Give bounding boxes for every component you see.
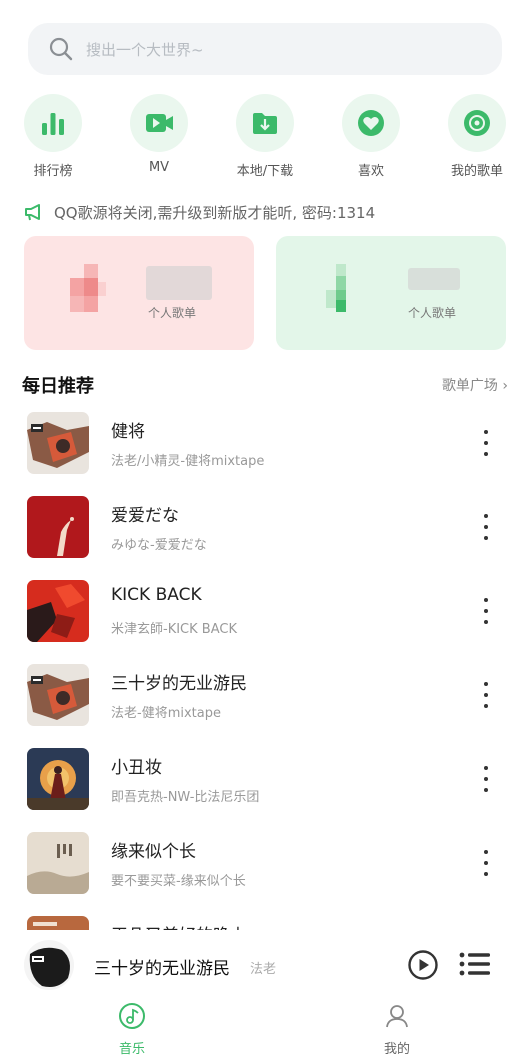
search-icon (49, 37, 73, 61)
video-icon (146, 114, 173, 132)
song-title: KICK BACK (111, 585, 202, 605)
card-title-blurred (146, 266, 212, 300)
quick-action-label: MV (148, 160, 170, 175)
song-artist-album: 要不要买菜-缘来似个长 (111, 874, 246, 889)
disc-icon (464, 110, 490, 136)
song-list: 健将 法老/小精灵-健将mixtape 爱爱だな みゆな-爱爱だな KICK B… (0, 408, 530, 930)
song-row[interactable]: 缘来似个长 要不要买菜-缘来似个长 (0, 828, 530, 912)
song-row[interactable]: 健将 法老/小精灵-健将mixtape (0, 408, 530, 492)
song-row[interactable]: 三十岁的无业游民 法老-健将mixtape (0, 660, 530, 744)
search-placeholder: 搜出一个大世界~ (86, 40, 204, 59)
play-icon[interactable] (408, 950, 438, 980)
section-title: 每日推荐 (22, 376, 94, 397)
quick-actions: 排行榜 MV 本地/下载 喜欢 我的歌单 (0, 94, 530, 186)
now-playing-title: 三十岁的无业游民 (94, 959, 230, 979)
mini-player[interactable]: 三十岁的无业游民 法老 (0, 932, 530, 998)
now-playing-artist: 法老 (250, 962, 277, 977)
song-cover (27, 580, 89, 642)
quick-action-my-playlists[interactable]: 我的歌单 (437, 94, 517, 179)
song-title: 三十岁的无业游民 (111, 674, 247, 694)
song-cover (27, 664, 89, 726)
playlist-queue-icon[interactable] (459, 951, 491, 977)
quick-action-label: 排行榜 (33, 164, 73, 179)
playlist-card-personal-2[interactable]: 个人歌单 (276, 236, 506, 350)
song-artist-album: 即吾克热-NW-比法尼乐团 (111, 790, 260, 805)
heart-icon (358, 110, 384, 136)
download-folder-icon (253, 113, 277, 134)
card-subtitle: 个人歌单 (148, 306, 197, 320)
playlist-square-link[interactable]: 歌单广场 › (442, 375, 508, 395)
song-cover (27, 412, 89, 474)
quick-action-mv[interactable]: MV (119, 94, 199, 175)
tab-music[interactable]: 音乐 (92, 1002, 172, 1057)
playlist-card-personal[interactable]: 个人歌单 (24, 236, 254, 350)
daily-header: 每日推荐 歌单广场 › (22, 372, 508, 398)
quick-action-label: 喜欢 (357, 164, 384, 179)
bar-chart-icon (42, 113, 64, 135)
song-artist-album: みゆな-爱爱だな (111, 538, 207, 553)
megaphone-icon (25, 204, 40, 221)
song-row[interactable]: 平凡又美好的晚上 (0, 912, 530, 930)
more-options-icon[interactable] (482, 766, 490, 792)
more-options-icon[interactable] (482, 850, 490, 876)
tab-label: 音乐 (118, 1042, 145, 1057)
song-cover (27, 496, 89, 558)
playlist-cover-icon (70, 264, 106, 312)
quick-action-favorites[interactable]: 喜欢 (331, 94, 411, 179)
song-title: 小丑妆 (111, 758, 162, 778)
more-options-icon[interactable] (482, 514, 490, 540)
song-row[interactable]: KICK BACK 米津玄師-KICK BACK (0, 576, 530, 660)
quick-action-charts[interactable]: 排行榜 (13, 94, 93, 179)
more-options-icon[interactable] (482, 430, 490, 456)
card-subtitle: 个人歌单 (408, 306, 457, 320)
song-artist-album: 米津玄師-KICK BACK (111, 622, 237, 637)
playlist-cover-icon (326, 264, 346, 312)
song-row[interactable]: 爱爱だな みゆな-爱爱だな (0, 492, 530, 576)
music-note-icon (119, 1003, 145, 1029)
tab-label: 我的 (383, 1042, 410, 1057)
more-options-icon[interactable] (482, 598, 490, 624)
card-title-blurred (408, 268, 460, 290)
song-cover (27, 832, 89, 894)
quick-action-label: 本地/下载 (236, 164, 294, 179)
bottom-tab-bar: 音乐 我的 (0, 998, 530, 1064)
quick-action-local-download[interactable]: 本地/下载 (225, 94, 305, 179)
song-cover (27, 748, 89, 810)
now-playing-cover (24, 940, 74, 990)
song-artist-album: 法老/小精灵-健将mixtape (111, 454, 265, 469)
search-bar[interactable]: 搜出一个大世界~ (28, 23, 502, 75)
song-title: 缘来似个长 (111, 842, 196, 862)
notice-bar[interactable]: QQ歌源将关闭,需升级到新版才能听, 密码:1314 (24, 200, 375, 224)
song-row[interactable]: 小丑妆 即吾克热-NW-比法尼乐团 (0, 744, 530, 828)
song-artist-album: 法老-健将mixtape (111, 706, 221, 721)
song-cover (27, 916, 89, 930)
user-icon (386, 1005, 408, 1028)
song-title: 健将 (111, 422, 145, 442)
more-options-icon[interactable] (482, 682, 490, 708)
quick-action-label: 我的歌单 (450, 164, 503, 179)
song-title: 爱爱だな (111, 506, 179, 526)
tab-mine[interactable]: 我的 (357, 1002, 437, 1057)
notice-text: QQ歌源将关闭,需升级到新版才能听, 密码:1314 (54, 203, 376, 222)
song-title: 平凡又美好的晚上 (111, 921, 247, 930)
